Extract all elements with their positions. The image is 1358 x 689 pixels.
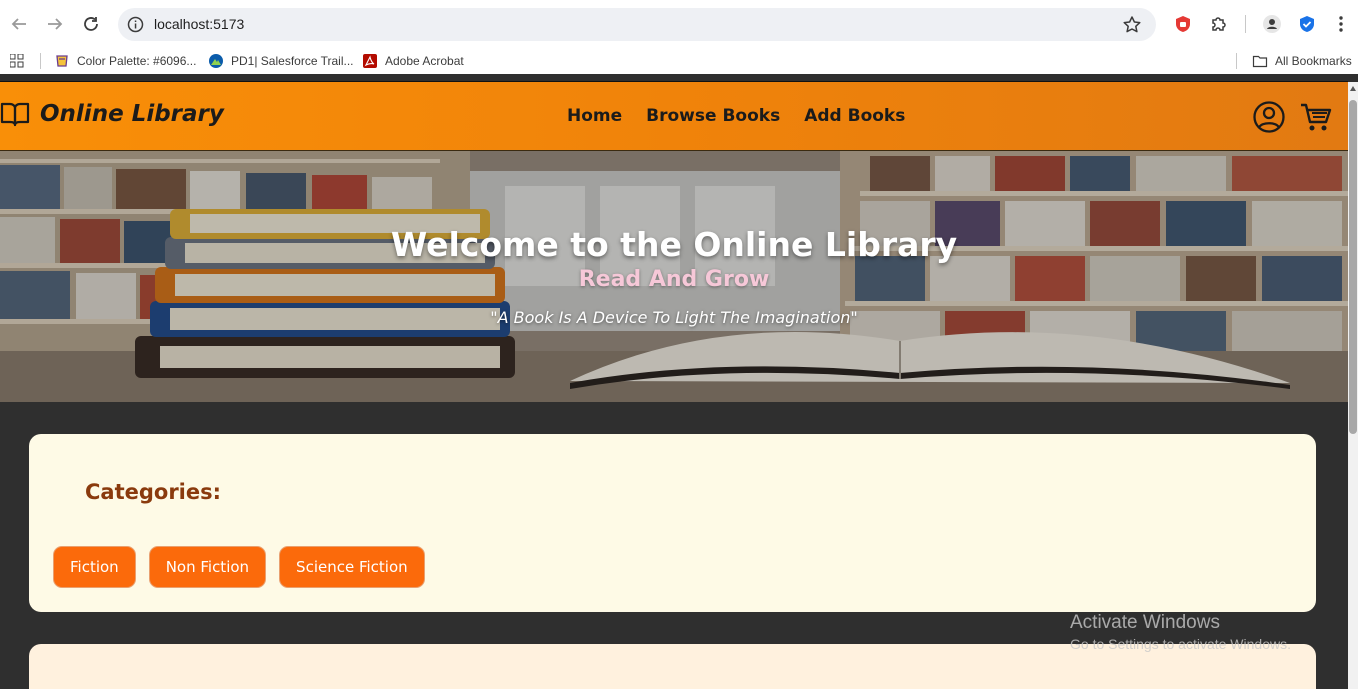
category-button-group: Fiction Non Fiction Science Fiction: [53, 546, 425, 588]
address-bar[interactable]: localhost:5173: [118, 8, 1156, 41]
trailhead-favicon-icon: [209, 54, 223, 68]
arrow-left-icon: [11, 18, 26, 30]
hero-quote: "A Book Is A Device To Light The Imagina…: [490, 308, 858, 327]
watermark-line-1: Activate Windows: [1070, 612, 1220, 633]
site-logo[interactable]: Online Library: [0, 100, 224, 128]
forward-button[interactable]: [43, 12, 67, 36]
url-text[interactable]: localhost:5173: [154, 16, 244, 32]
palette-favicon-icon: [56, 55, 68, 67]
bookmark-label: Color Palette: #6096...: [77, 54, 197, 68]
bookmarks-divider: [1236, 53, 1237, 69]
extension-shield-red[interactable]: [1172, 13, 1194, 35]
browser-menu-button[interactable]: [1330, 13, 1352, 35]
bookmark-salesforce[interactable]: PD1| Salesforce Trail...: [208, 52, 354, 70]
shield-icon: [1176, 16, 1190, 32]
bookmark-color-palette[interactable]: Color Palette: #6096...: [54, 52, 196, 70]
reload-button[interactable]: [79, 12, 103, 36]
adobe-favicon-icon: [363, 54, 377, 68]
app-header: Online Library Home Browse Books Add Boo…: [0, 82, 1348, 151]
folder-icon: [1252, 55, 1268, 68]
main-nav: Home Browse Books Add Books: [567, 106, 905, 126]
extension-shield-blue[interactable]: [1296, 13, 1318, 35]
bookmark-label: PD1| Salesforce Trail...: [231, 54, 354, 68]
back-button[interactable]: [7, 12, 31, 36]
check-shield-icon: [1300, 16, 1314, 32]
page-scrollbar[interactable]: [1348, 82, 1358, 689]
category-button-science-fiction[interactable]: Science Fiction: [279, 546, 425, 588]
scroll-up-arrow[interactable]: [1350, 86, 1356, 91]
windows-activation-watermark: Activate Windows Go to Settings to activ…: [1070, 612, 1291, 652]
arrow-right-icon: [48, 18, 63, 30]
apps-grid-icon: [10, 54, 24, 68]
all-bookmarks-label: All Bookmarks: [1275, 54, 1352, 68]
watermark-line-2: Go to Settings to activate Windows.: [1070, 636, 1291, 652]
extensions-button[interactable]: [1208, 13, 1230, 35]
categories-heading: Categories:: [85, 480, 222, 504]
browser-toolbar: localhost:5173: [0, 0, 1358, 48]
scrollbar-thumb[interactable]: [1349, 100, 1357, 434]
reload-icon: [84, 17, 98, 31]
profile-icon: [1263, 15, 1281, 33]
bookmarks-divider: [40, 53, 41, 69]
profile-button[interactable]: [1261, 13, 1283, 35]
puzzle-icon: [1212, 17, 1226, 31]
open-book-icon: [0, 102, 30, 127]
bookmark-adobe-acrobat[interactable]: Adobe Acrobat: [362, 52, 464, 70]
apps-button[interactable]: [10, 52, 24, 70]
hero-title: Welcome to the Online Library: [390, 225, 958, 264]
nav-link-browse-books[interactable]: Browse Books: [646, 106, 780, 126]
nav-link-home[interactable]: Home: [567, 106, 622, 126]
kebab-menu-icon: [1339, 16, 1343, 32]
user-account-icon[interactable]: [1252, 100, 1286, 134]
category-button-non-fiction[interactable]: Non Fiction: [148, 546, 267, 588]
hero-banner: Welcome to the Online Library Read And G…: [0, 151, 1348, 402]
category-button-fiction[interactable]: Fiction: [53, 546, 136, 588]
bookmark-label: Adobe Acrobat: [385, 54, 464, 68]
info-icon[interactable]: [127, 16, 144, 33]
toolbar-divider: [1245, 15, 1246, 33]
categories-section: Categories: Fiction Non Fiction Science …: [29, 434, 1316, 612]
nav-link-add-books[interactable]: Add Books: [804, 106, 905, 126]
bookmarks-bar: Color Palette: #6096... PD1| Salesforce …: [0, 48, 1358, 74]
hero-subtitle: Read And Grow: [578, 267, 770, 292]
logo-text: Online Library: [40, 101, 224, 127]
star-icon[interactable]: [1122, 15, 1142, 35]
shopping-cart-icon[interactable]: [1299, 100, 1333, 134]
all-bookmarks-button[interactable]: All Bookmarks: [1252, 52, 1352, 70]
